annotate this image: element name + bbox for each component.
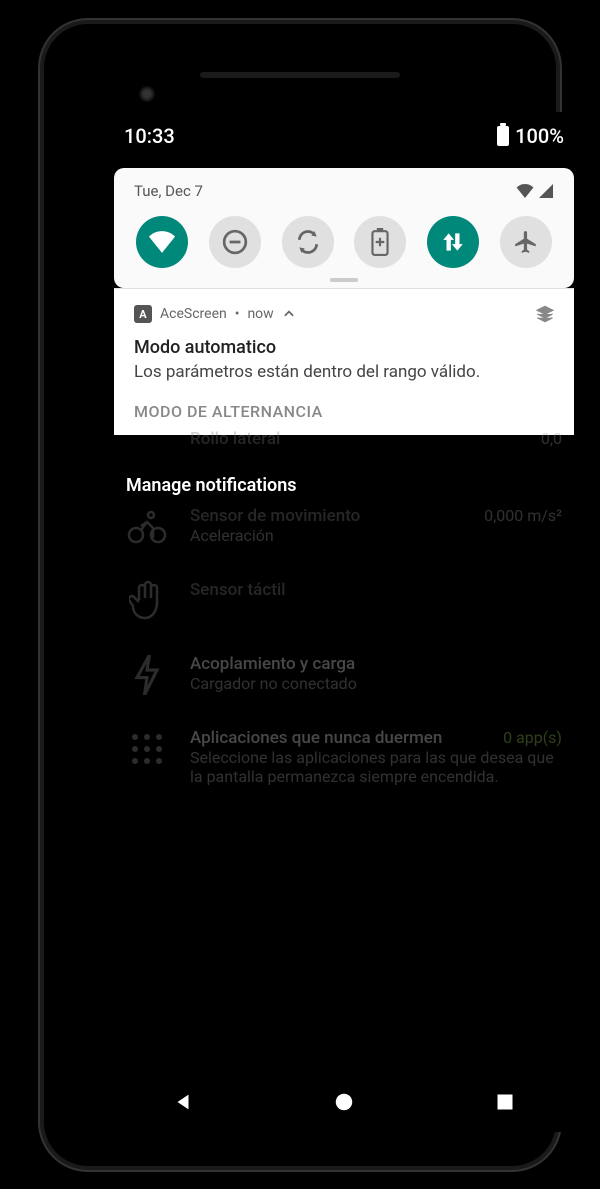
bg-motion-value: 0,000 m/s² — [484, 506, 562, 525]
phone-frame: 10:33 100% Tue, Dec 7 — [40, 20, 560, 1170]
notification-action-button[interactable]: MODO DE ALTERNANCIA — [134, 402, 554, 421]
qs-wifi-tile[interactable] — [136, 216, 188, 268]
nav-recents-button[interactable] — [492, 1089, 518, 1115]
separator-dot: • — [235, 306, 240, 322]
front-camera — [139, 86, 155, 102]
qs-mobiledata-tile[interactable] — [427, 216, 479, 268]
notification-body: Los parámetros están dentro del rango vá… — [134, 362, 554, 382]
airplane-icon — [513, 229, 539, 255]
bg-motion-sub: Aceleración — [190, 526, 360, 545]
quick-settings-panel: Tue, Dec 7 — [114, 168, 574, 288]
bg-apps-value: 0 app(s) — [503, 728, 562, 747]
autorotate-icon — [295, 229, 321, 255]
quick-settings-row — [114, 206, 574, 288]
battery-saver-icon — [370, 228, 390, 256]
bg-item-roll: Rollo lateral 0,0 — [102, 429, 586, 449]
bicycle-icon — [126, 506, 168, 548]
bg-dock-title: Acoplamiento y carga — [190, 654, 562, 674]
notification-title: Modo automatico — [134, 337, 554, 358]
notification-app-name: AceScreen — [160, 306, 227, 322]
chevron-up-icon[interactable] — [282, 307, 296, 321]
shade-header: Tue, Dec 7 — [114, 168, 574, 206]
shade-drag-handle[interactable] — [330, 278, 358, 282]
bg-item-dock: Acoplamiento y carga Cargador no conecta… — [126, 638, 562, 712]
qs-dnd-tile[interactable] — [209, 216, 261, 268]
screen: 10:33 100% Tue, Dec 7 — [102, 112, 586, 1132]
bg-apps-sub: Seleccione las aplicaciones para las que… — [190, 748, 562, 786]
hand-icon — [126, 580, 168, 622]
speaker-grille — [200, 72, 400, 78]
notification-group-icon[interactable] — [536, 305, 554, 323]
bg-roll-title: Rollo lateral — [190, 429, 541, 449]
qs-battery-saver-tile[interactable] — [354, 216, 406, 268]
background-app-content: Sensor de movimiento Aceleración 0,000 m… — [102, 506, 586, 802]
bg-roll-value: 0,0 — [541, 429, 562, 449]
status-bar: 10:33 100% — [102, 112, 586, 156]
qs-airplane-tile[interactable] — [500, 216, 552, 268]
battery-icon — [497, 126, 509, 146]
bg-motion-title: Sensor de movimiento — [190, 506, 360, 526]
bg-apps-title: Aplicaciones que nunca duermen — [190, 728, 442, 748]
mobile-data-icon — [440, 229, 466, 255]
navigation-bar — [102, 1072, 586, 1132]
nav-home-button[interactable] — [331, 1089, 357, 1115]
battery-percent: 100% — [515, 124, 564, 148]
dnd-icon — [222, 229, 248, 255]
bg-touch-title: Sensor táctil — [190, 580, 562, 600]
shade-date: Tue, Dec 7 — [134, 182, 203, 200]
lightning-icon — [126, 654, 168, 696]
notification-card[interactable]: A AceScreen • now Modo automatico Los pa… — [114, 288, 574, 435]
cellular-status-icon — [538, 184, 554, 198]
bg-dock-sub: Cargador no conectado — [190, 674, 562, 693]
bg-item-touch: Sensor táctil — [126, 564, 562, 638]
status-right: 100% — [497, 124, 564, 148]
clock: 10:33 — [124, 124, 175, 148]
nav-back-button[interactable] — [170, 1089, 196, 1115]
notification-header: A AceScreen • now — [134, 305, 554, 323]
shade-status-icons — [516, 184, 554, 198]
apps-grid-icon — [126, 728, 168, 770]
manage-notifications-link[interactable]: Manage notifications — [102, 449, 586, 506]
notification-app-icon: A — [134, 305, 152, 323]
qs-autorotate-tile[interactable] — [282, 216, 334, 268]
notification-time: now — [247, 306, 273, 322]
wifi-icon — [149, 231, 175, 253]
bg-item-apps: Aplicaciones que nunca duermen 0 app(s) … — [126, 712, 562, 802]
wifi-status-icon — [516, 184, 534, 198]
bg-item-motion: Sensor de movimiento Aceleración 0,000 m… — [126, 506, 562, 564]
